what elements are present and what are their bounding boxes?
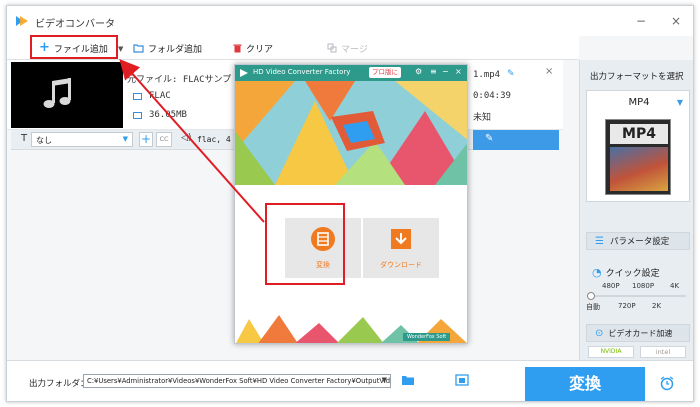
output-format-selector[interactable]: MP4 ▼ MP4	[586, 90, 690, 202]
add-file-dropdown-icon[interactable]: ▼	[118, 45, 123, 53]
window-title: ビデオコンバータ	[35, 19, 115, 30]
source-file-name: 元ファイル: FLACサンプ	[127, 75, 232, 85]
nvidia-label: NVIDIA	[600, 348, 622, 355]
gpu-icon: ⊙	[595, 327, 604, 339]
upgrade-pro-button[interactable]: プロ版に	[369, 67, 401, 78]
popup-footer-brand: WonderFox Soft	[403, 333, 451, 341]
close-icon[interactable]: ×	[455, 67, 462, 76]
edit-icon[interactable]: ✎	[485, 133, 493, 144]
title-bar: ビデオコンバータ − ×	[7, 6, 693, 36]
menu-icon[interactable]: ≡	[430, 67, 437, 76]
mp4-format-icon: MP4	[605, 119, 671, 195]
minimize-icon[interactable]: −	[442, 67, 449, 76]
settings-icon[interactable]: ⚙	[415, 67, 422, 76]
intel-label: intel	[655, 348, 671, 356]
add-subtitle-button[interactable]: +	[139, 132, 153, 147]
add-folder-button[interactable]: フォルダ追加	[133, 41, 202, 55]
parameter-settings-label: パラメータ設定	[609, 237, 670, 247]
bottom-bar: 出力フォルダ： C:¥Users¥Administrator¥Videos¥Wo…	[7, 360, 693, 401]
clear-button[interactable]: クリア	[233, 41, 273, 55]
subtitle-value: なし	[36, 136, 52, 145]
quality-auto: 自動	[586, 303, 600, 311]
add-folder-label: フォルダ追加	[148, 44, 203, 55]
format-sidebar: 出力フォーマットを選択 MP4 ▼ MP4 ☰ パラメータ設定 ◔ クイック設定…	[579, 60, 693, 360]
output-file-name: 1.mp4	[473, 70, 501, 80]
alarm-clock-icon[interactable]	[659, 375, 675, 391]
output-folder-path[interactable]: C:¥Users¥Administrator¥Videos¥WonderFox …	[83, 374, 391, 388]
audio-format-icon	[133, 93, 142, 100]
quality-720p: 720P	[618, 302, 636, 310]
intel-toggle[interactable]: intel	[640, 346, 686, 358]
nvidia-toggle[interactable]: NVIDIA	[588, 346, 634, 358]
file-size-icon	[133, 112, 142, 119]
quick-settings-header: ◔ クイック設定	[592, 266, 660, 279]
download-icon	[391, 229, 411, 249]
output-duration: 0:04:39	[473, 91, 511, 101]
sliders-icon: ☰	[595, 235, 604, 247]
clear-label: クリア	[246, 44, 274, 55]
popup-logo-icon	[240, 69, 248, 77]
output-path-value: C:¥Users¥Administrator¥Videos¥WonderFox …	[87, 377, 391, 385]
convert-tile-highlight	[265, 203, 345, 285]
convert-button[interactable]: 変換	[525, 367, 645, 401]
quality-slider[interactable]	[587, 292, 686, 300]
trash-icon	[233, 44, 242, 53]
quality-2k: 2K	[652, 302, 662, 310]
merge-button[interactable]: マージ	[327, 41, 368, 55]
minimize-button[interactable]: −	[632, 12, 650, 30]
quality-1080p: 1080P	[632, 282, 655, 290]
download-tile-label: ダウンロード	[380, 261, 422, 269]
output-format-label: 出力フォーマットを選択	[590, 72, 684, 82]
app-logo-icon	[16, 16, 28, 26]
merge-label: マージ	[341, 44, 368, 55]
mp4-badge: MP4	[610, 124, 668, 144]
format-name: MP4	[628, 97, 650, 108]
cc-icon[interactable]: CC	[156, 132, 172, 147]
popup-title-bar: HD Video Converter Factory プロ版に ⚙ ≡ − ×	[235, 65, 467, 81]
source-format: FLAC	[149, 91, 171, 101]
subtitle-select[interactable]: なし ▼	[31, 132, 133, 147]
add-file-highlight	[30, 35, 118, 59]
speed-icon: ◔	[592, 266, 602, 279]
audio-track-icon: ◁)	[181, 133, 192, 143]
quick-settings-label: クイック設定	[605, 269, 660, 279]
file-thumbnail	[11, 62, 123, 128]
audio-track-value: flac, 4	[197, 135, 231, 144]
popup-banner	[235, 81, 467, 185]
output-folder-label: 出力フォルダ：	[29, 379, 89, 389]
music-note-icon	[43, 78, 71, 108]
remove-item-icon[interactable]: ×	[545, 66, 553, 77]
popup-title: HD Video Converter Factory	[253, 68, 351, 76]
output-size: 未知	[473, 113, 492, 123]
download-tile[interactable]: ダウンロード	[363, 218, 439, 278]
import-folder-icon[interactable]	[455, 374, 469, 386]
gpu-acceleration-label: ビデオカード加速	[608, 328, 673, 338]
close-button[interactable]: ×	[667, 12, 685, 30]
edit-toolbar-bar[interactable]: ✎	[473, 130, 559, 150]
quality-480p: 480P	[602, 282, 620, 290]
chevron-down-icon: ▼	[676, 98, 683, 107]
source-size: 36.05MB	[149, 110, 187, 120]
folder-add-icon	[133, 44, 144, 53]
open-folder-icon[interactable]	[401, 374, 415, 386]
gpu-acceleration-button[interactable]: ⊙ ビデオカード加速	[586, 324, 690, 342]
edit-name-icon[interactable]: ✎	[507, 69, 515, 79]
quality-4k: 4K	[670, 282, 680, 290]
merge-icon	[327, 43, 337, 53]
parameter-settings-button[interactable]: ☰ パラメータ設定	[586, 232, 690, 250]
quality-slider-handle[interactable]	[587, 292, 595, 300]
subtitle-icon: T	[21, 133, 28, 144]
chevron-down-icon: ▼	[122, 135, 128, 143]
chevron-down-icon: ▼	[381, 376, 387, 384]
